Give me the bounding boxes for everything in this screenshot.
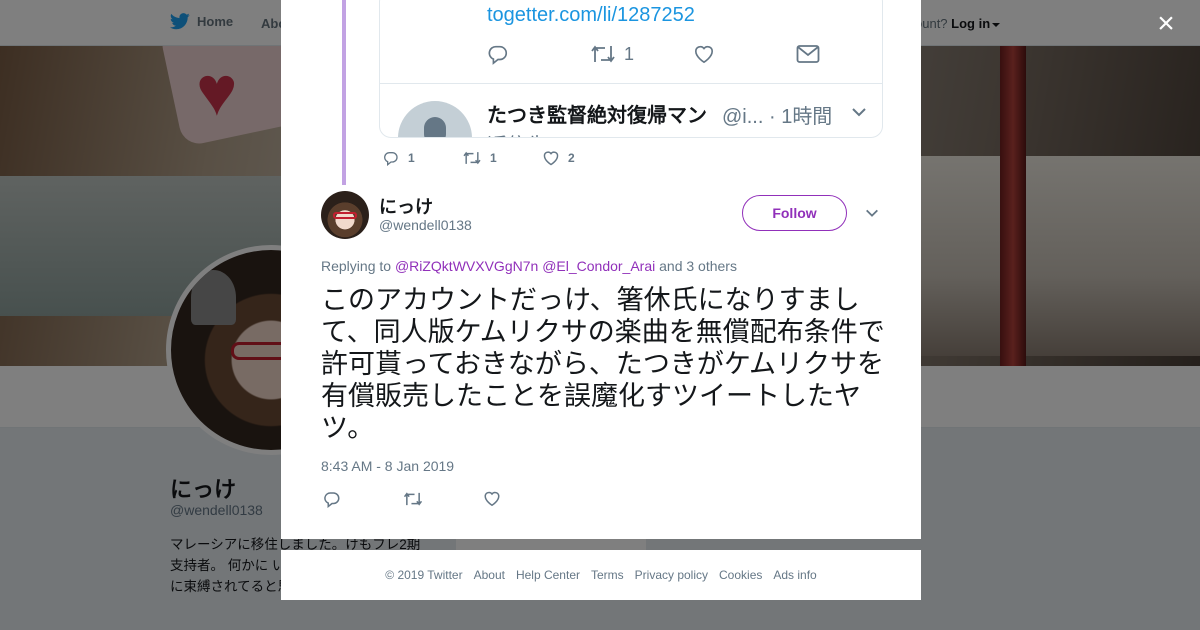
retweet-icon bbox=[590, 43, 616, 65]
parent-tweet-actions: 1 1 2 bbox=[382, 150, 622, 166]
tweet-modal: togetter.com/li/1287252 1 たつき監督絶対復帰マン @i… bbox=[281, 0, 921, 539]
author-handle[interactable]: @wendell0138 bbox=[379, 217, 472, 233]
retweet-icon bbox=[462, 150, 482, 166]
quoted-like-button[interactable] bbox=[693, 44, 796, 64]
retweet-icon bbox=[403, 490, 483, 508]
replying-others[interactable]: and 3 others bbox=[659, 258, 737, 274]
thread-connector-line bbox=[342, 0, 346, 185]
footer-help-link[interactable]: Help Center bbox=[516, 568, 580, 582]
chevron-down-icon[interactable] bbox=[864, 205, 880, 221]
parent-reply-button[interactable]: 1 bbox=[382, 150, 462, 166]
parent-like-button[interactable]: 2 bbox=[542, 150, 622, 166]
reply-icon bbox=[382, 150, 400, 166]
quoted-divider bbox=[380, 83, 882, 84]
footer-copyright: © 2019 Twitter bbox=[385, 568, 463, 582]
quoted-avatar[interactable] bbox=[398, 101, 472, 137]
replying-to-line: Replying to @RiZQktWVXVGgN7n @El_Condor_… bbox=[321, 258, 737, 274]
footer-privacy-link[interactable]: Privacy policy bbox=[635, 568, 708, 582]
footer-about-link[interactable]: About bbox=[474, 568, 505, 582]
reply-icon bbox=[323, 490, 403, 508]
parent-reply-count: 1 bbox=[408, 151, 415, 165]
quoted-reply-to: 返信先: @k... bbox=[487, 129, 605, 137]
tweet-timestamp[interactable]: 8:43 AM - 8 Jan 2019 bbox=[321, 458, 454, 474]
parent-retweet-count: 1 bbox=[490, 151, 497, 165]
quoted-author-name[interactable]: たつき監督絶対復帰マン bbox=[487, 99, 707, 128]
tweet-actions bbox=[323, 490, 563, 508]
quoted-actions: 1 bbox=[487, 43, 882, 65]
avatar-glasses-shape bbox=[333, 212, 357, 219]
replying-user-link[interactable]: @RiZQktWVXVGgN7n bbox=[395, 258, 538, 274]
reply-button[interactable] bbox=[323, 490, 403, 508]
retweet-button[interactable] bbox=[403, 490, 483, 508]
replying-prefix: Replying to bbox=[321, 258, 392, 274]
close-icon[interactable]: × bbox=[1150, 8, 1182, 40]
author-avatar[interactable] bbox=[321, 191, 369, 239]
mail-icon bbox=[796, 44, 820, 64]
parent-retweet-button[interactable]: 1 bbox=[462, 150, 542, 166]
quoted-reply-button[interactable] bbox=[487, 43, 590, 65]
footer-cookies-link[interactable]: Cookies bbox=[719, 568, 762, 582]
tweet-text: このアカウントだっけ、箸休氏になりすまして、同人版ケムリクサの楽曲を無償配布条件… bbox=[321, 285, 885, 443]
quoted-retweet-button[interactable]: 1 bbox=[590, 43, 693, 65]
quoted-meta: @i... · 1時間 bbox=[722, 106, 833, 128]
replying-user-link[interactable]: @El_Condor_Arai bbox=[542, 258, 655, 274]
quoted-tweet-card[interactable]: togetter.com/li/1287252 1 たつき監督絶対復帰マン @i… bbox=[379, 0, 883, 138]
like-icon bbox=[693, 44, 715, 64]
default-avatar-icon bbox=[424, 117, 446, 137]
like-icon bbox=[542, 150, 560, 166]
footer-ads-link[interactable]: Ads info bbox=[773, 568, 816, 582]
parent-like-count: 2 bbox=[568, 151, 575, 165]
quoted-retweet-count: 1 bbox=[624, 43, 635, 64]
author-name[interactable]: にっけ bbox=[379, 193, 433, 219]
quoted-link[interactable]: togetter.com/li/1287252 bbox=[487, 4, 695, 27]
like-button[interactable] bbox=[483, 490, 563, 508]
chevron-down-icon[interactable] bbox=[850, 103, 868, 121]
follow-button[interactable]: Follow bbox=[742, 195, 847, 231]
like-icon bbox=[483, 490, 563, 507]
modal-footer: © 2019 Twitter About Help Center Terms P… bbox=[281, 550, 921, 600]
quoted-message-button[interactable] bbox=[796, 44, 882, 64]
footer-terms-link[interactable]: Terms bbox=[591, 568, 624, 582]
reply-icon bbox=[487, 43, 509, 65]
